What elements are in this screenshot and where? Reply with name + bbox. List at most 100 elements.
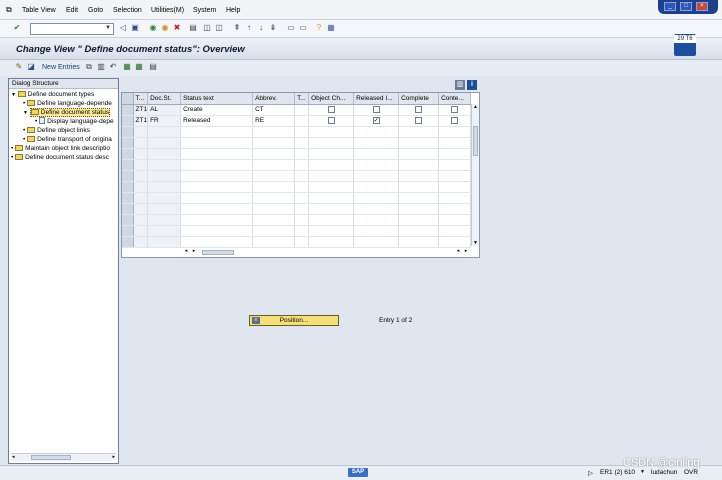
cell-content[interactable]	[438, 104, 472, 116]
empty-cell[interactable]	[294, 192, 310, 204]
column-header-content[interactable]: Conte...	[438, 93, 472, 105]
scroll-left-end-icon[interactable]: ◂	[454, 248, 462, 254]
row-selector[interactable]	[122, 236, 134, 248]
cell-released[interactable]: ✓	[353, 115, 400, 127]
back-icon[interactable]: ◉	[148, 23, 158, 33]
chevron-down-icon[interactable]: ▼	[105, 25, 111, 31]
checkbox[interactable]	[415, 116, 423, 124]
row-selector[interactable]	[122, 214, 134, 226]
scroll-thumb[interactable]	[31, 455, 71, 460]
empty-cell[interactable]	[133, 214, 149, 226]
menu-utilities[interactable]: Utilities(M)	[151, 7, 184, 14]
minimize-icon[interactable]: _	[664, 2, 676, 11]
empty-cell[interactable]	[294, 159, 310, 171]
print-icon[interactable]: ▤	[188, 23, 198, 33]
empty-cell[interactable]	[133, 203, 149, 215]
empty-cell[interactable]	[398, 192, 440, 204]
empty-cell[interactable]	[180, 148, 254, 160]
empty-cell[interactable]	[308, 225, 355, 237]
empty-cell[interactable]	[147, 192, 182, 204]
scroll-up-icon[interactable]: ▲	[472, 104, 479, 110]
empty-cell[interactable]	[438, 192, 472, 204]
empty-cell[interactable]	[294, 126, 310, 138]
empty-cell[interactable]	[398, 159, 440, 171]
empty-cell[interactable]	[133, 192, 149, 204]
empty-cell[interactable]	[398, 214, 440, 226]
select-all-icon[interactable]: ▦	[122, 62, 132, 72]
empty-cell[interactable]	[308, 126, 355, 138]
empty-cell[interactable]	[147, 126, 182, 138]
empty-cell[interactable]	[180, 214, 254, 226]
cell-released[interactable]	[353, 104, 400, 116]
empty-cell[interactable]	[308, 203, 355, 215]
empty-cell[interactable]	[353, 181, 400, 193]
help-icon[interactable]: ?	[314, 23, 324, 33]
expand-icon[interactable]: ▼	[23, 110, 28, 116]
new-entries-button[interactable]: New Entries	[42, 64, 80, 71]
new-session-icon[interactable]: ▭	[286, 23, 296, 33]
row-selector[interactable]	[122, 126, 134, 138]
tree-item-define-language-dependent[interactable]: • Define language-depende	[23, 99, 117, 108]
empty-cell[interactable]	[147, 225, 182, 237]
empty-cell[interactable]	[398, 203, 440, 215]
empty-cell[interactable]	[353, 148, 400, 160]
empty-cell[interactable]	[294, 181, 310, 193]
empty-cell[interactable]	[147, 137, 182, 149]
insert-mode[interactable]: OVR	[684, 469, 698, 476]
cell-abbrev[interactable]: RE	[252, 115, 296, 127]
empty-cell[interactable]	[252, 181, 296, 193]
cell-content[interactable]	[438, 115, 472, 127]
empty-cell[interactable]	[438, 214, 472, 226]
menu-system[interactable]: System	[193, 7, 216, 14]
empty-cell[interactable]	[308, 170, 355, 182]
empty-cell[interactable]	[308, 137, 355, 149]
column-header-complete[interactable]: Complete	[398, 93, 440, 105]
scroll-left-icon[interactable]: ◂	[182, 248, 190, 254]
undo-change-icon[interactable]: ↶	[108, 62, 118, 72]
status-expand-icon[interactable]: ▷	[588, 469, 593, 477]
empty-cell[interactable]	[438, 148, 472, 160]
empty-cell[interactable]	[252, 137, 296, 149]
empty-cell[interactable]	[147, 236, 182, 248]
empty-cell[interactable]	[180, 225, 254, 237]
empty-cell[interactable]	[308, 214, 355, 226]
tree-item-maintain-object-link[interactable]: • Maintain object link descriptio	[11, 144, 117, 153]
empty-cell[interactable]	[398, 148, 440, 160]
scroll-down-icon[interactable]: ▼	[472, 240, 479, 246]
column-header-abbrev[interactable]: Abbrev.	[252, 93, 296, 105]
command-field[interactable]: ▼	[30, 23, 114, 35]
empty-cell[interactable]	[398, 236, 440, 248]
cell-complete[interactable]	[398, 115, 440, 127]
cell-t[interactable]	[294, 104, 310, 116]
empty-cell[interactable]	[133, 170, 149, 182]
row-selector[interactable]	[122, 115, 134, 127]
empty-cell[interactable]	[180, 236, 254, 248]
checkbox[interactable]	[451, 105, 459, 113]
empty-cell[interactable]	[294, 214, 310, 226]
system-info-badge[interactable]: 29 T6	[674, 34, 696, 56]
empty-cell[interactable]	[353, 225, 400, 237]
empty-cell[interactable]	[147, 148, 182, 160]
empty-cell[interactable]	[294, 225, 310, 237]
empty-cell[interactable]	[438, 236, 472, 248]
tree-item-define-status-desc[interactable]: • Define document status desc	[11, 153, 117, 162]
cell-object-check[interactable]	[308, 104, 355, 116]
table-vertical-scrollbar[interactable]: ▲ ▼	[471, 104, 479, 246]
empty-cell[interactable]	[294, 148, 310, 160]
empty-cell[interactable]	[252, 170, 296, 182]
cell-abbrev[interactable]: CT	[252, 104, 296, 116]
change-display-icon[interactable]: ✎	[14, 62, 24, 72]
layout-menu-icon[interactable]: ▦	[326, 23, 336, 33]
column-header-doc-status[interactable]: Doc.St.	[147, 93, 182, 105]
enter-check-icon[interactable]: ✔	[12, 23, 22, 33]
empty-cell[interactable]	[133, 137, 149, 149]
row-selector[interactable]	[122, 104, 134, 116]
empty-cell[interactable]	[252, 148, 296, 160]
last-page-icon[interactable]: ⇟	[268, 23, 278, 33]
empty-cell[interactable]	[438, 137, 472, 149]
delete-icon[interactable]: ▥	[96, 62, 106, 72]
expand-icon[interactable]: ▼	[11, 92, 16, 98]
tree-item-define-document-types[interactable]: ▼ Define document types	[11, 90, 117, 99]
cell-object-check[interactable]	[308, 115, 355, 127]
table-horizontal-scrollbar[interactable]: ◂ ▸ ◂ ▸	[182, 248, 472, 257]
